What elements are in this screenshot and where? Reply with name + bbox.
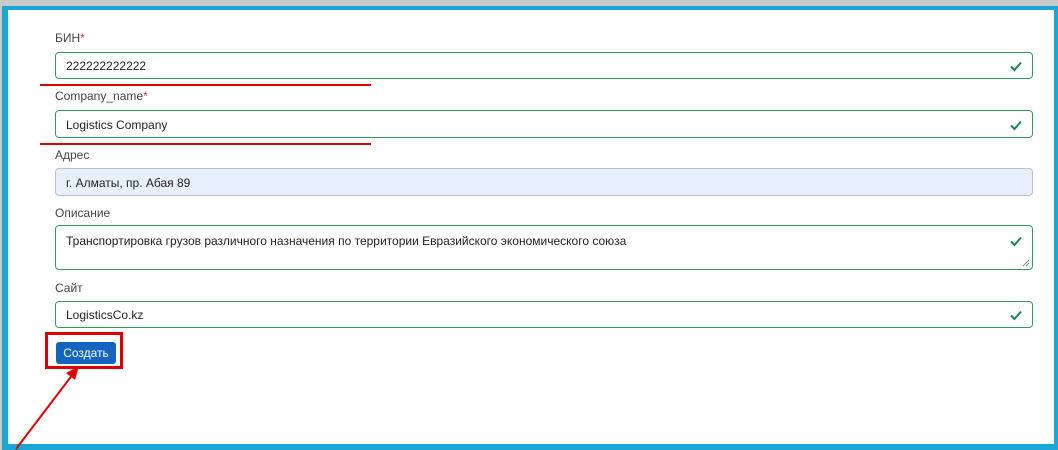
- annotation-arrow: [15, 366, 79, 450]
